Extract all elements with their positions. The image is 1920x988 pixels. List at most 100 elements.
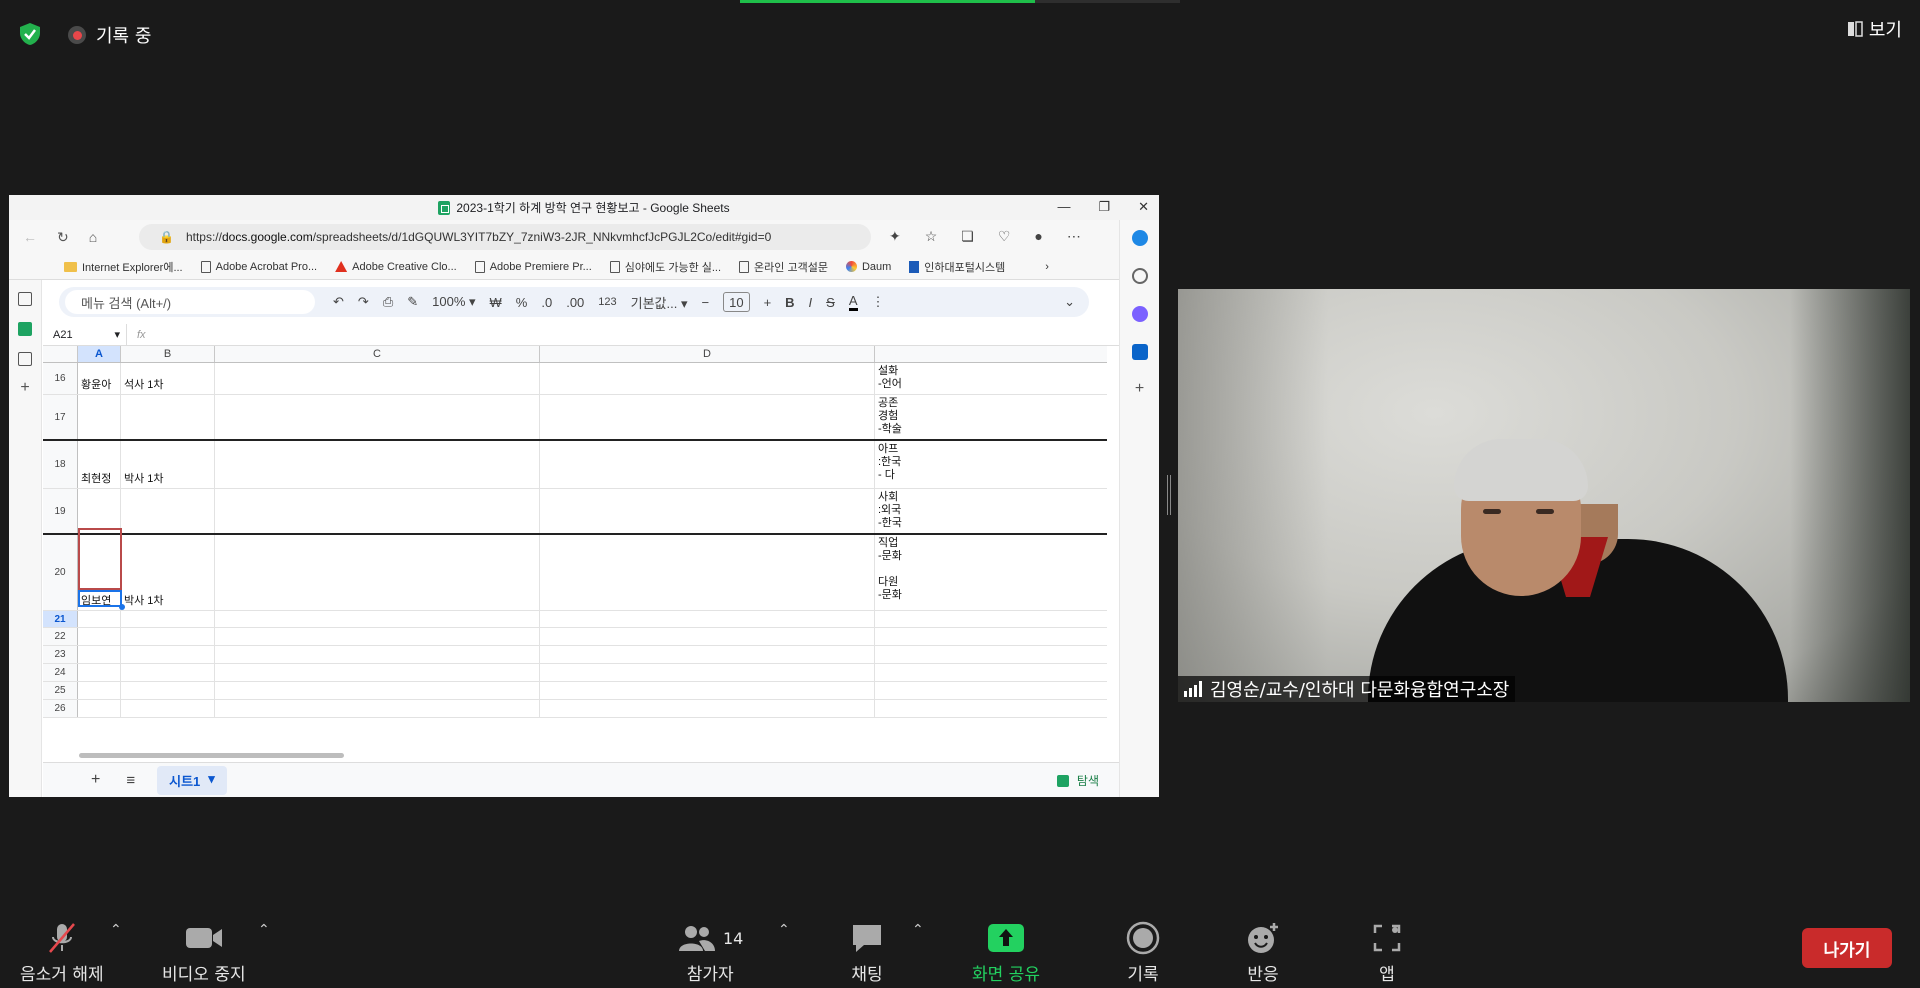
- column-header-b[interactable]: B: [121, 346, 215, 362]
- cell-e[interactable]: [875, 611, 1107, 627]
- minimize-icon[interactable]: —: [1057, 199, 1070, 215]
- cell-d[interactable]: [540, 646, 875, 663]
- outlook-icon[interactable]: [1131, 344, 1148, 360]
- restore-icon[interactable]: ❐: [1098, 199, 1110, 215]
- spreadsheet-grid[interactable]: A B C D 16 황윤아 석사 1차 설화 -언어 17 공존 경험 -학술 18 최현정…: [43, 346, 1107, 746]
- participant-video[interactable]: 김영순/교수/인하대 다문화융합연구소장: [1178, 289, 1910, 702]
- cell-d[interactable]: [540, 664, 875, 681]
- cell-a[interactable]: [78, 628, 121, 645]
- performance-icon[interactable]: ♡: [998, 228, 1011, 245]
- zoom-select[interactable]: 100% ▾: [432, 294, 475, 310]
- reload-icon[interactable]: ↻: [57, 229, 69, 246]
- cell-d[interactable]: [540, 395, 875, 439]
- bookmark-item[interactable]: 온라인 고객설문: [739, 259, 828, 275]
- bookmark-item[interactable]: Adobe Creative Clo...: [335, 261, 457, 273]
- panel-divider-handle[interactable]: [1167, 475, 1171, 515]
- cell-b[interactable]: 석사 1차: [121, 363, 215, 394]
- stop-video-button[interactable]: 비디오 중지: [162, 920, 246, 985]
- home-icon[interactable]: ⌂: [89, 229, 97, 245]
- record-button[interactable]: 기록: [1126, 920, 1160, 985]
- cell-c[interactable]: [215, 395, 540, 439]
- cell-e[interactable]: 설화 -언어: [875, 363, 1107, 394]
- unmute-button[interactable]: 음소거 해제: [20, 920, 104, 985]
- selected-cell-a21[interactable]: [78, 590, 125, 610]
- column-header-a[interactable]: A: [78, 346, 121, 362]
- row-header[interactable]: 17: [43, 395, 78, 439]
- number-format-button[interactable]: 123: [598, 296, 616, 308]
- percent-format-button[interactable]: %: [516, 295, 528, 310]
- column-header-c[interactable]: C: [215, 346, 540, 362]
- add-sheet-icon[interactable]: +: [91, 771, 100, 789]
- extensions-icon[interactable]: ✦: [889, 228, 901, 245]
- formula-fx-icon[interactable]: fx: [127, 329, 146, 341]
- cell-b[interactable]: 박사 1차: [121, 535, 215, 610]
- increase-font-size-icon[interactable]: +: [764, 295, 772, 310]
- horizontal-scrollbar[interactable]: [43, 750, 1107, 760]
- profile-icon[interactable]: ●: [1034, 228, 1042, 245]
- row-header[interactable]: 22: [43, 628, 78, 645]
- share-screen-button[interactable]: 화면 공유: [972, 920, 1040, 985]
- reactions-button[interactable]: 반응: [1245, 920, 1281, 985]
- url-field[interactable]: 🔒 https://docs.google.com/spreadsheets/d…: [139, 224, 871, 250]
- cell-b[interactable]: [121, 682, 215, 699]
- bing-icon[interactable]: [1131, 230, 1148, 246]
- recording-indicator[interactable]: 기록 중: [68, 22, 151, 48]
- cell-c[interactable]: [215, 535, 540, 610]
- cell-a[interactable]: [78, 700, 121, 717]
- more-tools-icon[interactable]: ⋮: [872, 294, 885, 310]
- cell-a[interactable]: [78, 664, 121, 681]
- row-header[interactable]: 24: [43, 664, 78, 681]
- cell-d[interactable]: [540, 700, 875, 717]
- cell-a[interactable]: 황윤아: [78, 363, 121, 394]
- cell-c[interactable]: [215, 611, 540, 627]
- cell-a[interactable]: [78, 646, 121, 663]
- audio-options-icon[interactable]: ⌃: [110, 922, 122, 938]
- row-header[interactable]: 16: [43, 363, 78, 394]
- bookmark-item[interactable]: Daum: [845, 261, 891, 273]
- font-select[interactable]: 기본값... ▾: [631, 293, 688, 312]
- cell-c[interactable]: [215, 682, 540, 699]
- cell-a[interactable]: 최현정: [78, 441, 121, 488]
- cell-c[interactable]: [215, 700, 540, 717]
- collections-icon[interactable]: ❏: [961, 228, 974, 245]
- page-icon[interactable]: [18, 352, 32, 366]
- bold-icon[interactable]: B: [785, 295, 794, 310]
- cell-c[interactable]: [215, 646, 540, 663]
- text-color-icon[interactable]: A: [848, 293, 858, 311]
- cell-e[interactable]: 사회 :외국 -한국: [875, 489, 1107, 533]
- print-icon[interactable]: ⎙: [383, 294, 393, 310]
- paint-format-icon[interactable]: ✎: [407, 294, 418, 310]
- view-button[interactable]: 보기: [1847, 16, 1902, 42]
- video-options-icon[interactable]: ⌃: [258, 922, 270, 938]
- cell-d[interactable]: [540, 441, 875, 488]
- redo-icon[interactable]: ↷: [358, 294, 369, 310]
- cell-c[interactable]: [215, 363, 540, 394]
- chat-button[interactable]: 채팅: [850, 920, 884, 985]
- row-header[interactable]: 23: [43, 646, 78, 663]
- explore-button[interactable]: 탐색: [1056, 772, 1099, 789]
- close-icon[interactable]: ✕: [1138, 199, 1149, 215]
- italic-icon[interactable]: I: [809, 295, 813, 310]
- favorites-icon[interactable]: ☆: [925, 228, 938, 245]
- tools-icon[interactable]: [1131, 306, 1148, 322]
- row-header[interactable]: 18: [43, 441, 78, 488]
- sheets-tab-icon[interactable]: [18, 322, 32, 336]
- row-header[interactable]: 20: [43, 535, 78, 610]
- back-icon[interactable]: ←: [23, 229, 37, 245]
- cell-d[interactable]: [540, 535, 875, 610]
- participants-button[interactable]: 14 참가자: [677, 920, 743, 985]
- cell-e[interactable]: [875, 628, 1107, 645]
- cell-b[interactable]: [121, 395, 215, 439]
- cell-e[interactable]: [875, 682, 1107, 699]
- bookmark-item[interactable]: Internet Explorer에...: [64, 259, 183, 275]
- undo-icon[interactable]: ↶: [333, 294, 344, 310]
- decrease-decimal-button[interactable]: .0: [541, 295, 552, 310]
- bookmark-item[interactable]: Adobe Premiere Pr...: [474, 260, 592, 273]
- cell-e[interactable]: 공존 경험 -학술: [875, 395, 1107, 439]
- cell-e[interactable]: 아프 :한국 - 다: [875, 441, 1107, 488]
- increase-decimal-button[interactable]: .00: [566, 295, 584, 310]
- corner-cell[interactable]: [43, 346, 78, 362]
- cell-d[interactable]: [540, 363, 875, 394]
- cell-b[interactable]: [121, 628, 215, 645]
- bookmark-item[interactable]: 인하대포털시스템: [909, 259, 1005, 275]
